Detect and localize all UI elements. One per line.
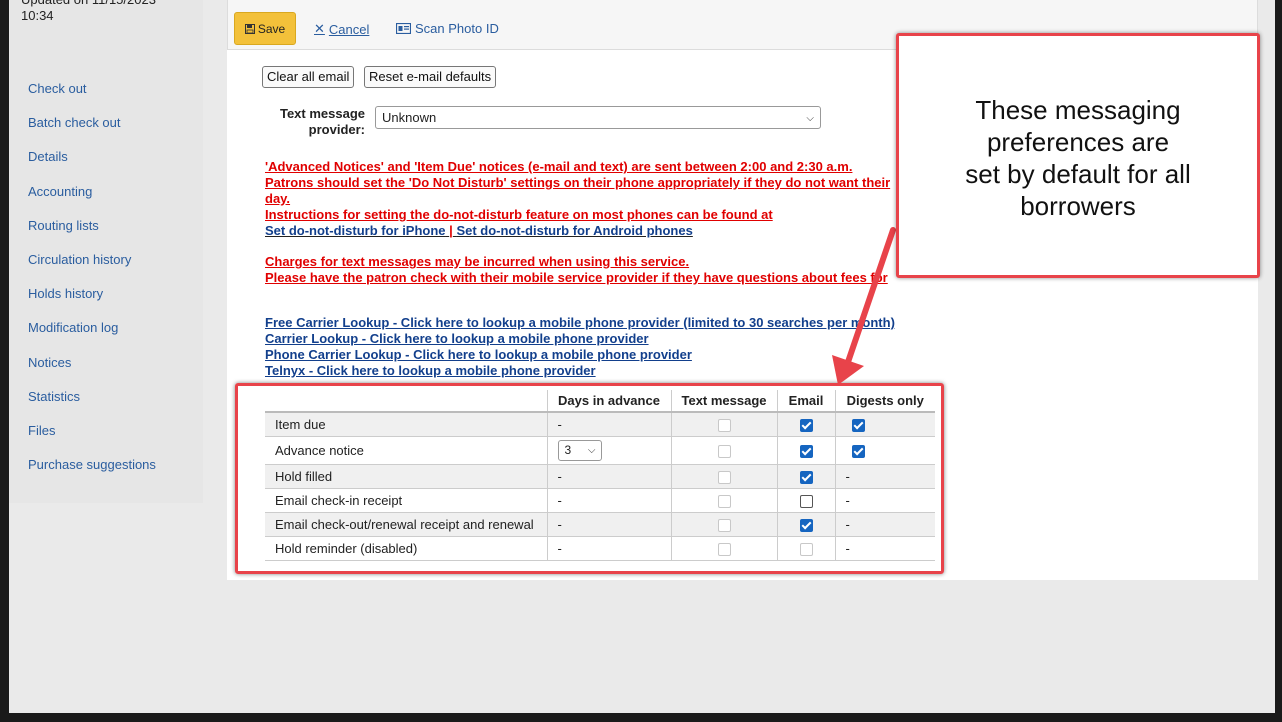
provider-selected-value: Unknown [382,110,437,125]
id-card-icon [396,23,411,34]
notice-dnd: Patrons should set the 'Do Not Disturb' … [265,175,891,190]
save-button[interactable]: Save [234,12,296,45]
save-icon [244,23,255,34]
sidebar-item-notices[interactable]: Notices [28,354,156,388]
provider-label-line2: provider: [308,122,365,137]
updated-date: Updated on 11/15/2023 [21,0,156,8]
sidebar-item-details[interactable]: Details [28,148,156,182]
cancel-link[interactable]: ✕ Cancel [314,21,369,37]
dnd-links: Set do-not-disturb for iPhone | Set do-n… [265,223,693,239]
sidebar-item-accounting[interactable]: Accounting [28,183,156,217]
annotation-callout: These messaging preferences are set by d… [896,33,1260,278]
sidebar-item-circulation-history[interactable]: Circulation history [28,251,156,285]
chevron-down-icon: ⌵ [806,113,814,124]
sidebar-item-purchase-suggestions[interactable]: Purchase suggestions [28,456,156,490]
scan-photo-id-button[interactable]: Scan Photo ID [396,21,499,36]
reset-email-defaults-button[interactable]: Reset e-mail defaults [364,66,497,88]
callout-line-1: These messaging [975,95,1181,125]
iphone-dnd-link[interactable]: Set do-not-disturb for iPhone [265,223,446,238]
link-separator: | [449,223,453,238]
phone-carrier-lookup-link[interactable]: Phone Carrier Lookup - Click here to loo… [265,347,692,363]
callout-line-2: preferences are [986,127,1170,157]
text-provider-label: Text message provider: [263,106,365,138]
sidebar-item-modification-log[interactable]: Modification log [28,319,156,353]
free-carrier-lookup-link[interactable]: Free Carrier Lookup - Click here to look… [265,315,895,331]
notice-charges: Charges for text messages may be incurre… [265,254,690,269]
sidebar-item-check-out[interactable]: Check out [28,80,156,114]
telnyx-lookup-link[interactable]: Telnyx - Click here to lookup a mobile p… [265,363,596,379]
clear-all-email-button[interactable]: Clear all email [262,66,355,88]
sidebar-nav: Check out Batch check out Details Accoun… [28,80,156,490]
sidebar-item-routing-lists[interactable]: Routing lists [28,217,156,251]
notice-day: day. [265,191,291,206]
sidebar-item-batch-check-out[interactable]: Batch check out [28,114,156,148]
callout-line-3: set by default for all [965,159,1191,189]
text-provider-select[interactable]: Unknown ⌵ [375,106,821,129]
sidebar-item-files[interactable]: Files [28,422,156,456]
notice-fees: Please have the patron check with their … [265,270,888,285]
notice-schedule: 'Advanced Notices' and 'Item Due' notice… [265,159,853,174]
updated-timestamp: Updated on 11/15/2023 10:34 [21,0,156,24]
notice-instructions: Instructions for setting the do-not-dist… [265,207,773,222]
sidebar: Updated on 11/15/2023 10:34 Check out Ba… [9,0,203,503]
cancel-label: Cancel [328,21,370,37]
scan-label: Scan Photo ID [415,21,499,36]
provider-label-line1: Text message [279,106,365,121]
sidebar-item-statistics[interactable]: Statistics [28,388,156,422]
callout-line-4: borrowers [1020,191,1136,221]
save-label: Save [257,21,286,36]
table-highlight-box [235,383,944,574]
updated-time: 10:34 [21,8,54,23]
close-icon: ✕ [314,21,325,36]
android-dnd-link[interactable]: Set do-not-disturb for Android phones [456,223,692,238]
sidebar-item-holds-history[interactable]: Holds history [28,285,156,319]
carrier-lookup-link[interactable]: Carrier Lookup - Click here to lookup a … [265,331,649,347]
